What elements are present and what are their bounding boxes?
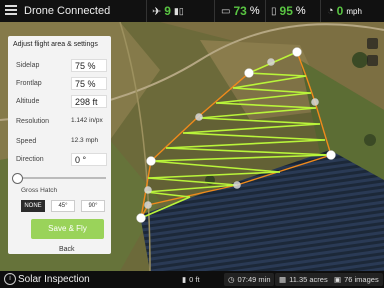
controller-battery-value: 95 [279,4,293,18]
mission-name: Solar Inspection [18,274,90,285]
direction-slider[interactable] [18,177,106,179]
bottom-bar: i Solar Inspection ▮ 0 ft ◷ 07:49 min ▦ … [0,271,384,288]
menu-icon[interactable] [4,3,18,17]
images-icon: ▣ [334,275,342,284]
hatch-options: NONE 45° 90° [21,200,105,212]
frontlap-input[interactable]: 75 % [71,77,107,90]
altitude-icon: ▮ [182,275,187,284]
speed-row: Speed 12.3 mph [16,137,99,145]
altitude-row: Altitude 298 ft [13,94,107,110]
satellite-icon: ✈ [152,5,162,18]
satellite-count: 9 [164,4,171,18]
connection-status: Drone Connected [24,5,111,17]
hatch-90-option[interactable]: 90° [81,200,105,212]
direction-input[interactable]: 0 ° [71,153,107,166]
controller-battery: ▯ 95 % [271,4,306,18]
hatch-none-option[interactable]: NONE [21,200,45,212]
top-bar: Drone Connected ✈ 9 ▮▯ ▭ 73 % ▯ 95 % ◔ 0… [0,0,384,22]
satellite-status: ✈ 9 ▮▯ [152,3,184,19]
direction-slider-knob[interactable] [12,173,23,184]
speed-setting-value: 12.3 mph [71,137,99,144]
sidelap-input[interactable]: 75 % [71,59,107,72]
area-chip: ▦ 11.35 acres [275,273,332,286]
flight-settings-panel: Adjust flight area & settings Sidelap 75… [8,36,111,254]
speed-value: 0 [336,4,344,18]
signal-icon: ▮▯ [173,5,184,16]
layers-button[interactable] [367,38,378,49]
hatch-45-option[interactable]: 45° [51,200,75,212]
sidelap-row: Sidelap 75 % [13,58,107,74]
save-and-fly-button[interactable]: Save & Fly [31,219,104,239]
grid-hatch-label: Gross Hatch [21,187,58,194]
panel-title: Adjust flight area & settings [13,41,98,48]
resolution-row: Resolution 1.142 in/px [16,117,103,125]
drone-battery-value: 73 [233,4,247,18]
controller-battery-icon: ▯ [271,5,277,17]
direction-row: Direction 0 ° [13,152,107,168]
image-count-chip: ▣ 76 images [330,273,383,286]
drone-battery: ▭ 73 % [221,4,260,18]
settings-button[interactable] [367,55,378,66]
altitude-chip: ▮ 0 ft [182,275,200,284]
clock-icon: ◷ [228,275,235,284]
resolution-value: 1.142 in/px [71,117,103,124]
altitude-input[interactable]: 298 ft [71,95,107,108]
info-icon[interactable]: i [4,273,16,285]
speed-readout: ◔ 0 mph [327,4,362,18]
frontlap-row: Frontlap 75 % [13,76,107,92]
speedometer-icon: ◔ [327,5,334,17]
area-icon: ▦ [279,275,287,284]
drone-battery-icon: ▭ [221,5,231,17]
flight-time-chip: ◷ 07:49 min [224,273,275,286]
back-button[interactable]: Back [59,246,75,253]
